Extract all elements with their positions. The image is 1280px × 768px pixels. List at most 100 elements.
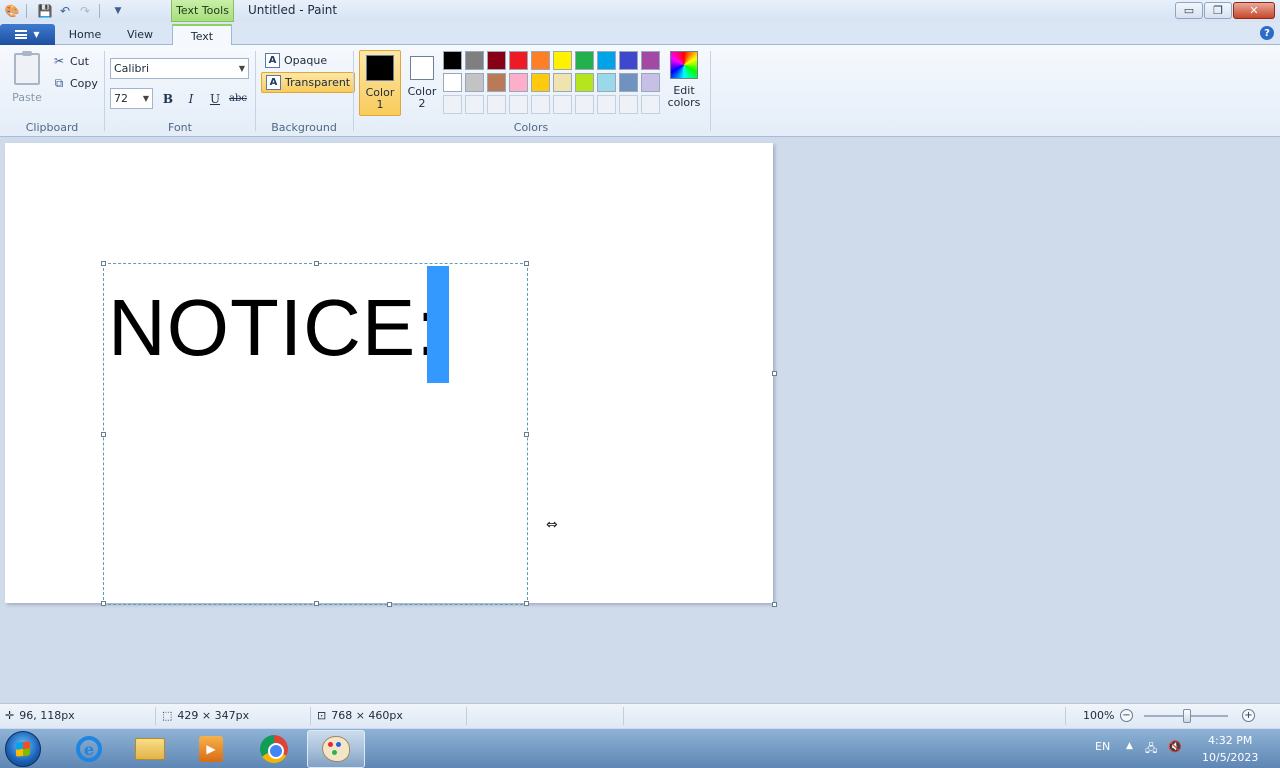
textbox-handle[interactable] <box>314 601 319 606</box>
volume-muted-icon[interactable]: 🔇 <box>1168 740 1182 753</box>
textbox-handle[interactable] <box>101 601 106 606</box>
textbox-handle[interactable] <box>524 261 529 266</box>
textbox-handle[interactable] <box>101 432 106 437</box>
color2-button[interactable]: Color 2 <box>401 50 443 116</box>
clock-time[interactable]: 4:32 PM <box>1208 734 1252 747</box>
undo-icon[interactable]: ↶ <box>57 3 73 19</box>
palette-swatch[interactable] <box>443 51 462 70</box>
horizontal-resize-cursor-icon: ⇔ <box>546 517 558 533</box>
textbox-handle[interactable] <box>524 601 529 606</box>
palette-swatch[interactable] <box>531 73 550 92</box>
font-family-value: Calibri <box>114 62 150 75</box>
show-hidden-icons-icon[interactable]: ▲ <box>1126 741 1133 751</box>
tab-text[interactable]: Text <box>172 24 232 46</box>
palette-swatch[interactable] <box>487 73 506 92</box>
start-button[interactable] <box>5 731 41 767</box>
textbox-handle[interactable] <box>314 261 319 266</box>
restore-button[interactable]: ❐ <box>1204 2 1232 19</box>
taskbar-internet-explorer[interactable]: e <box>60 730 118 768</box>
underline-button[interactable]: U <box>205 88 225 109</box>
cursor-position: ✛ 96, 118px <box>5 709 75 722</box>
palette-swatch-empty[interactable] <box>575 95 594 114</box>
group-separator <box>710 51 711 131</box>
selection-size: ⬚ 429 × 347px <box>162 709 249 722</box>
palette-swatch-empty[interactable] <box>597 95 616 114</box>
palette-swatch[interactable] <box>597 51 616 70</box>
status-separator <box>623 707 624 725</box>
palette-swatch[interactable] <box>465 73 484 92</box>
palette-swatch[interactable] <box>575 51 594 70</box>
cut-button[interactable]: ✂ Cut <box>52 52 89 70</box>
redo-icon[interactable]: ↷ <box>77 3 93 19</box>
canvas-text[interactable]: NOTICE: <box>108 282 439 374</box>
ribbon: Paste ✂ Cut ⧉ Copy Clipboard Calibri ▼ 7… <box>0 45 1280 137</box>
transparent-option[interactable]: A Transparent <box>261 72 356 93</box>
font-size-select[interactable]: 72 ▼ <box>110 88 153 109</box>
clock-date[interactable]: 10/5/2023 <box>1202 751 1258 764</box>
close-button[interactable]: ✕ <box>1233 2 1275 19</box>
palette-swatch-empty[interactable] <box>619 95 638 114</box>
palette-swatch[interactable] <box>641 73 660 92</box>
tab-home[interactable]: Home <box>60 24 110 45</box>
palette-swatch-empty[interactable] <box>641 95 660 114</box>
palette-swatch[interactable] <box>619 51 638 70</box>
minimize-button[interactable]: ▭ <box>1175 2 1203 19</box>
italic-button[interactable]: I <box>181 88 201 109</box>
canvas-resize-handle[interactable] <box>772 602 777 607</box>
palette-swatch[interactable] <box>509 51 528 70</box>
paint-app-icon[interactable]: 🎨 <box>4 3 20 19</box>
plus-icon: + <box>1242 709 1255 722</box>
palette-swatch-empty[interactable] <box>553 95 572 114</box>
palette-swatch[interactable] <box>509 73 528 92</box>
internet-explorer-icon: e <box>76 736 102 762</box>
palette-swatch-empty[interactable] <box>465 95 484 114</box>
copy-label: Copy <box>70 76 98 90</box>
palette-swatch-empty[interactable] <box>487 95 506 114</box>
paint-menu-button[interactable]: ▼ <box>0 24 55 45</box>
zoom-out-button[interactable]: − <box>1120 709 1133 722</box>
taskbar-media-player[interactable]: ▶ <box>182 730 240 768</box>
palette-swatch[interactable] <box>487 51 506 70</box>
palette-swatch[interactable] <box>531 51 550 70</box>
textbox-handle[interactable] <box>524 432 529 437</box>
palette-swatch-empty[interactable] <box>531 95 550 114</box>
palette-swatch[interactable] <box>443 73 462 92</box>
save-icon[interactable]: 💾 <box>37 3 53 19</box>
taskbar-paint[interactable] <box>307 730 365 768</box>
canvas-resize-handle[interactable] <box>772 371 777 376</box>
palette-swatch-empty[interactable] <box>509 95 528 114</box>
customize-qat-icon[interactable]: ▼ <box>110 3 126 19</box>
palette-swatch[interactable] <box>619 73 638 92</box>
font-family-select[interactable]: Calibri ▼ <box>110 58 249 79</box>
copy-button[interactable]: ⧉ Copy <box>52 74 98 92</box>
palette-swatch[interactable] <box>575 73 594 92</box>
canvas-resize-handle[interactable] <box>387 602 392 607</box>
zoom-slider-thumb[interactable] <box>1183 709 1191 723</box>
palette-swatch[interactable] <box>465 51 484 70</box>
font-size-value: 72 <box>114 92 128 105</box>
drawing-canvas[interactable]: NOTICE: <box>5 143 777 607</box>
textbox-handle[interactable] <box>101 261 106 266</box>
tab-view[interactable]: View <box>115 24 165 45</box>
color1-button[interactable]: Color 1 <box>359 50 401 116</box>
bold-button[interactable]: B <box>158 88 178 109</box>
language-indicator[interactable]: EN <box>1095 740 1110 753</box>
palette-swatch[interactable] <box>597 73 616 92</box>
palette-swatch-empty[interactable] <box>443 95 462 114</box>
paste-button[interactable]: Paste <box>8 51 46 113</box>
selection-size-value: 429 × 347px <box>177 709 250 722</box>
help-icon[interactable]: ? <box>1260 26 1274 40</box>
edit-colors-button[interactable]: Edit colors <box>665 51 703 109</box>
palette-swatch[interactable] <box>641 51 660 70</box>
opaque-option[interactable]: A Opaque <box>261 50 331 71</box>
taskbar-file-explorer[interactable] <box>121 730 179 768</box>
clipboard-icon <box>14 51 40 85</box>
taskbar-chrome[interactable] <box>245 730 303 768</box>
zoom-in-button[interactable]: + <box>1242 709 1255 722</box>
palette-swatch[interactable] <box>553 51 572 70</box>
network-icon[interactable]: 🖧 <box>1145 740 1157 759</box>
text-box[interactable]: NOTICE: <box>101 261 529 606</box>
color2-label: Color 2 <box>407 85 437 110</box>
palette-swatch[interactable] <box>553 73 572 92</box>
strikethrough-button[interactable]: abc <box>228 88 248 109</box>
